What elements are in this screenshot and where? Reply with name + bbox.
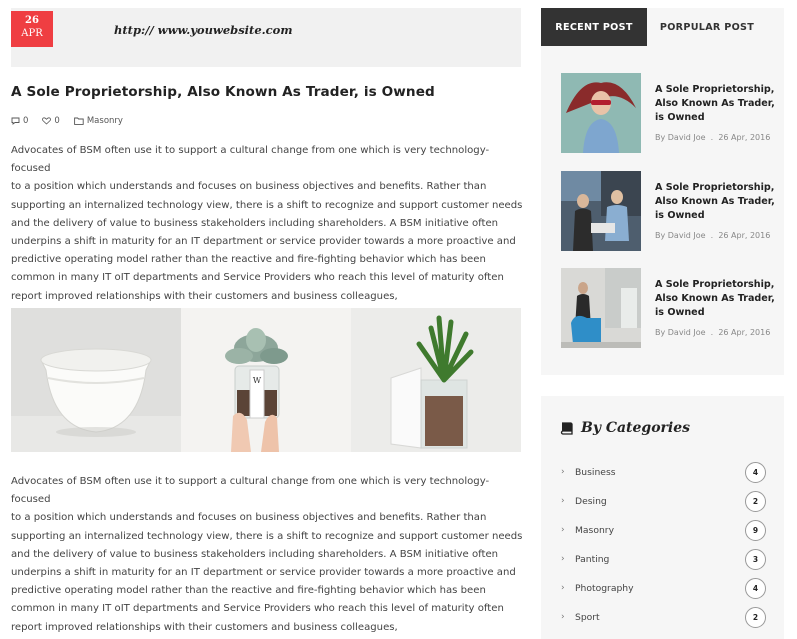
category-item-panting[interactable]: › Panting 3 [561,548,766,570]
category-item-desing[interactable]: › Desing 2 [561,490,766,512]
recent-post-meta: By David Joe . 26 Apr, 2016 [655,133,771,142]
category-item-sport[interactable]: › Sport 2 [561,606,766,628]
category-label: Photography [575,582,634,594]
plant-pot-image[interactable] [351,308,521,452]
recent-post-title[interactable]: A Sole Proprietorship, Also Known As Tra… [655,278,775,320]
post-category[interactable]: Masonry [73,116,123,126]
recent-post-date: 26 Apr, 2016 [718,231,771,240]
recent-post-title[interactable]: A Sole Proprietorship, Also Known As Tra… [655,181,775,223]
chevron-right-icon: › [561,525,565,535]
heart-icon [42,117,52,125]
date-month: APR [21,28,43,39]
recent-post-meta: By David Joe . 26 Apr, 2016 [655,231,771,240]
paragraph-line: and the delivery of value to business st… [11,548,499,560]
paragraph-line: underpins a shift in maturity for an IT … [11,567,516,579]
paragraph-line: common in many IT oIT departments and Se… [11,603,504,615]
svg-text:W: W [253,376,262,385]
post-category-label: Masonry [86,116,123,126]
recent-post-item[interactable]: A Sole Proprietorship, Also Known As Tra… [561,268,776,348]
post-meta: 0 0 Masonry [11,116,137,126]
post-paragraph-1: Advocates of BSM often use it to support… [11,142,523,306]
paragraph-line: common in many IT oIT departments and Se… [11,272,504,284]
recent-post-meta: By David Joe . 26 Apr, 2016 [655,328,771,337]
category-label: Desing [575,495,607,507]
paragraph-line: Advocates of BSM often use it to support… [11,476,490,506]
category-count: 2 [745,606,766,628]
categories-heading: By Categories [560,420,690,436]
paragraph-line: underpins a shift in maturity for an IT … [11,236,516,248]
succulent-jar-image[interactable]: W [181,308,351,452]
category-item-masonry[interactable]: › Masonry 9 [561,519,766,541]
post-url-link[interactable]: http:// www.youwebsite.com [114,23,293,37]
post-paragraph-2: Advocates of BSM often use it to support… [11,473,523,637]
category-count: 3 [745,548,766,570]
book-icon [560,421,573,435]
chevron-right-icon: › [561,612,565,622]
category-label: Masonry [575,524,615,536]
comments-count[interactable]: 0 [11,116,28,126]
category-count: 2 [745,490,766,512]
date-badge: 26 APR [11,11,53,47]
tab-popular-post[interactable]: PORPULAR POST [647,8,767,46]
category-item-business[interactable]: › Business 4 [561,461,766,483]
date-day: 26 [25,15,39,26]
recent-post-author: By David Joe [655,231,706,240]
sidebar-tabs: RECENT POST PORPULAR POST [541,8,784,46]
paragraph-line: supporting an internalized technology vi… [11,199,523,211]
recent-post-author: By David Joe [655,133,706,142]
category-label: Business [575,466,616,478]
chevron-right-icon: › [561,467,565,477]
comments-count-value: 0 [23,116,29,126]
paragraph-line: report improved relationships with their… [11,621,398,633]
recent-post-item[interactable]: A Sole Proprietorship, Also Known As Tra… [561,171,776,251]
likes-count-value: 0 [54,116,60,126]
paragraph-line: supporting an internalized technology vi… [11,530,523,542]
chevron-right-icon: › [561,583,565,593]
tab-recent-post[interactable]: RECENT POST [541,8,647,46]
paragraph-line: to a position which understands and focu… [11,512,487,524]
recent-post-author: By David Joe [655,328,706,337]
woman-sunglasses-image[interactable] [561,73,641,153]
paragraph-line: predictive operating model rather than t… [11,585,486,597]
comment-icon [11,117,20,125]
white-bowl-image[interactable] [11,308,181,452]
paragraph-line: to a position which understands and focu… [11,181,487,193]
category-count: 4 [745,577,766,599]
chevron-right-icon: › [561,496,565,506]
recent-post-item[interactable]: A Sole Proprietorship, Also Known As Tra… [561,73,776,153]
paragraph-line: Advocates of BSM often use it to support… [11,145,490,175]
post-title[interactable]: A Sole Proprietorship, Also Known As Tra… [11,84,435,100]
office-people-image[interactable] [561,171,641,251]
category-count: 4 [745,461,766,483]
recent-post-title[interactable]: A Sole Proprietorship, Also Known As Tra… [655,83,775,125]
recent-post-date: 26 Apr, 2016 [718,328,771,337]
man-blue-chair-image[interactable] [561,268,641,348]
paragraph-line: report improved relationships with their… [11,290,398,302]
chevron-right-icon: › [561,554,565,564]
paragraph-line: predictive operating model rather than t… [11,254,486,266]
folder-icon [73,117,84,125]
recent-post-date: 26 Apr, 2016 [718,133,771,142]
category-label: Panting [575,553,610,565]
category-count: 9 [745,519,766,541]
likes-count[interactable]: 0 [42,116,60,126]
category-item-photography[interactable]: › Photography 4 [561,577,766,599]
paragraph-line: and the delivery of value to business st… [11,217,499,229]
post-gallery: W [11,308,521,452]
post-header [11,8,521,67]
categories-heading-text: By Categories [581,420,691,436]
category-label: Sport [575,611,600,623]
